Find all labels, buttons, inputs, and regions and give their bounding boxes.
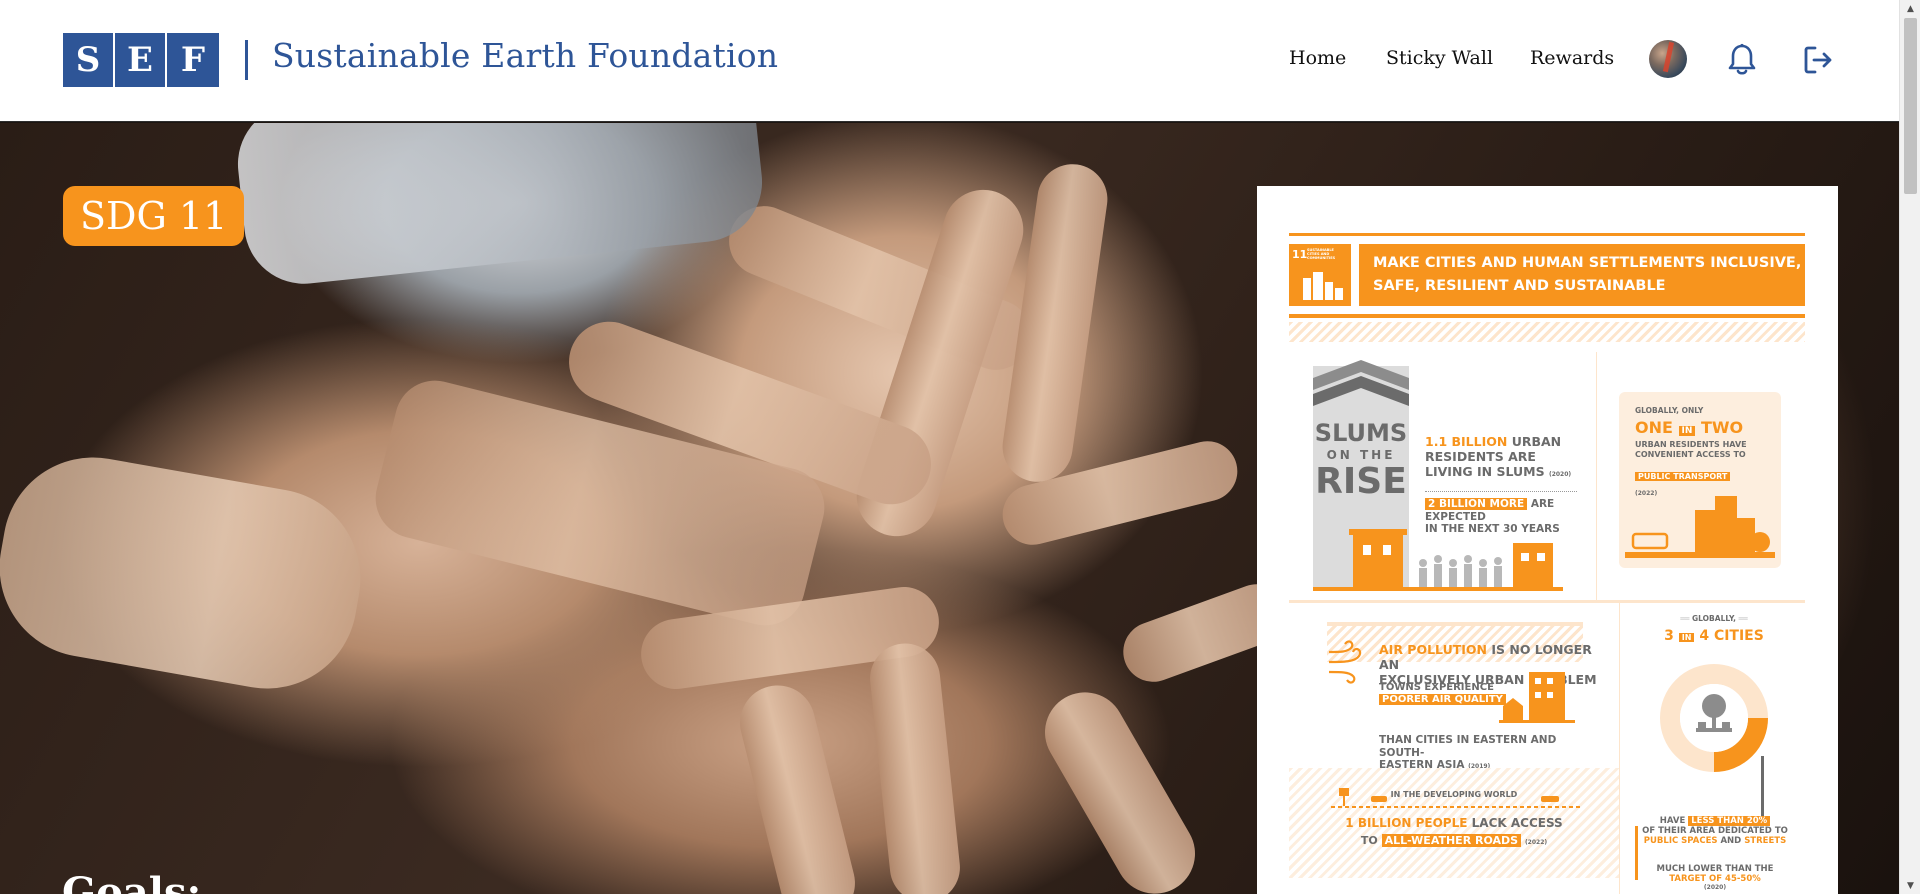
scroll-down-arrow-icon[interactable]: ▼: [1900, 877, 1920, 894]
logo[interactable]: S E F: [63, 33, 219, 87]
wind-icon: [1328, 640, 1362, 684]
avatar[interactable]: [1649, 40, 1687, 78]
sdg-badge: SDG 11: [63, 186, 245, 246]
page-scrollbar[interactable]: ▲ ▼: [1899, 0, 1920, 894]
logo-letter-e: E: [115, 33, 167, 87]
sdg-infographic: 11 SUSTAINABLE CITIES AND COMMUNITIES MA…: [1257, 186, 1838, 894]
hero-section: SDG 11 Goals: 11 SUSTAINABLE CITIES AND …: [0, 123, 1899, 894]
logo-letter-f: F: [167, 33, 219, 87]
city-share-donut: [1660, 664, 1768, 772]
nav-sticky-wall[interactable]: Sticky Wall: [1386, 47, 1493, 69]
site-title[interactable]: Sustainable Earth Foundation: [272, 36, 778, 75]
slum-houses-icon: [1313, 529, 1563, 591]
logout-icon: [1804, 46, 1832, 74]
roof-chevron-icon: [1313, 360, 1409, 406]
city-bus-icon: [1625, 496, 1775, 558]
notifications-button[interactable]: [1724, 40, 1760, 80]
scrollbar-thumb[interactable]: [1904, 18, 1917, 194]
goals-heading: Goals:: [62, 869, 202, 894]
goal-11-icon: 11 SUSTAINABLE CITIES AND COMMUNITIES: [1289, 244, 1351, 306]
transport-panel: GLOBALLY, ONLY ONE IN TWO URBAN RESIDENT…: [1619, 392, 1781, 568]
nav-rewards[interactable]: Rewards: [1530, 47, 1614, 69]
town-buildings-icon: [1499, 672, 1575, 723]
site-header: S E F Sustainable Earth Foundation Home …: [0, 0, 1899, 122]
logo-letter-s: S: [63, 33, 115, 87]
goal-banner: MAKE CITIES AND HUMAN SETTLEMENTS INCLUS…: [1359, 244, 1805, 306]
logout-button[interactable]: [1800, 40, 1836, 80]
bell-icon: [1728, 43, 1756, 75]
scroll-up-arrow-icon[interactable]: ▲: [1900, 0, 1920, 17]
logo-divider: [245, 40, 248, 80]
nav-home[interactable]: Home: [1289, 47, 1346, 69]
